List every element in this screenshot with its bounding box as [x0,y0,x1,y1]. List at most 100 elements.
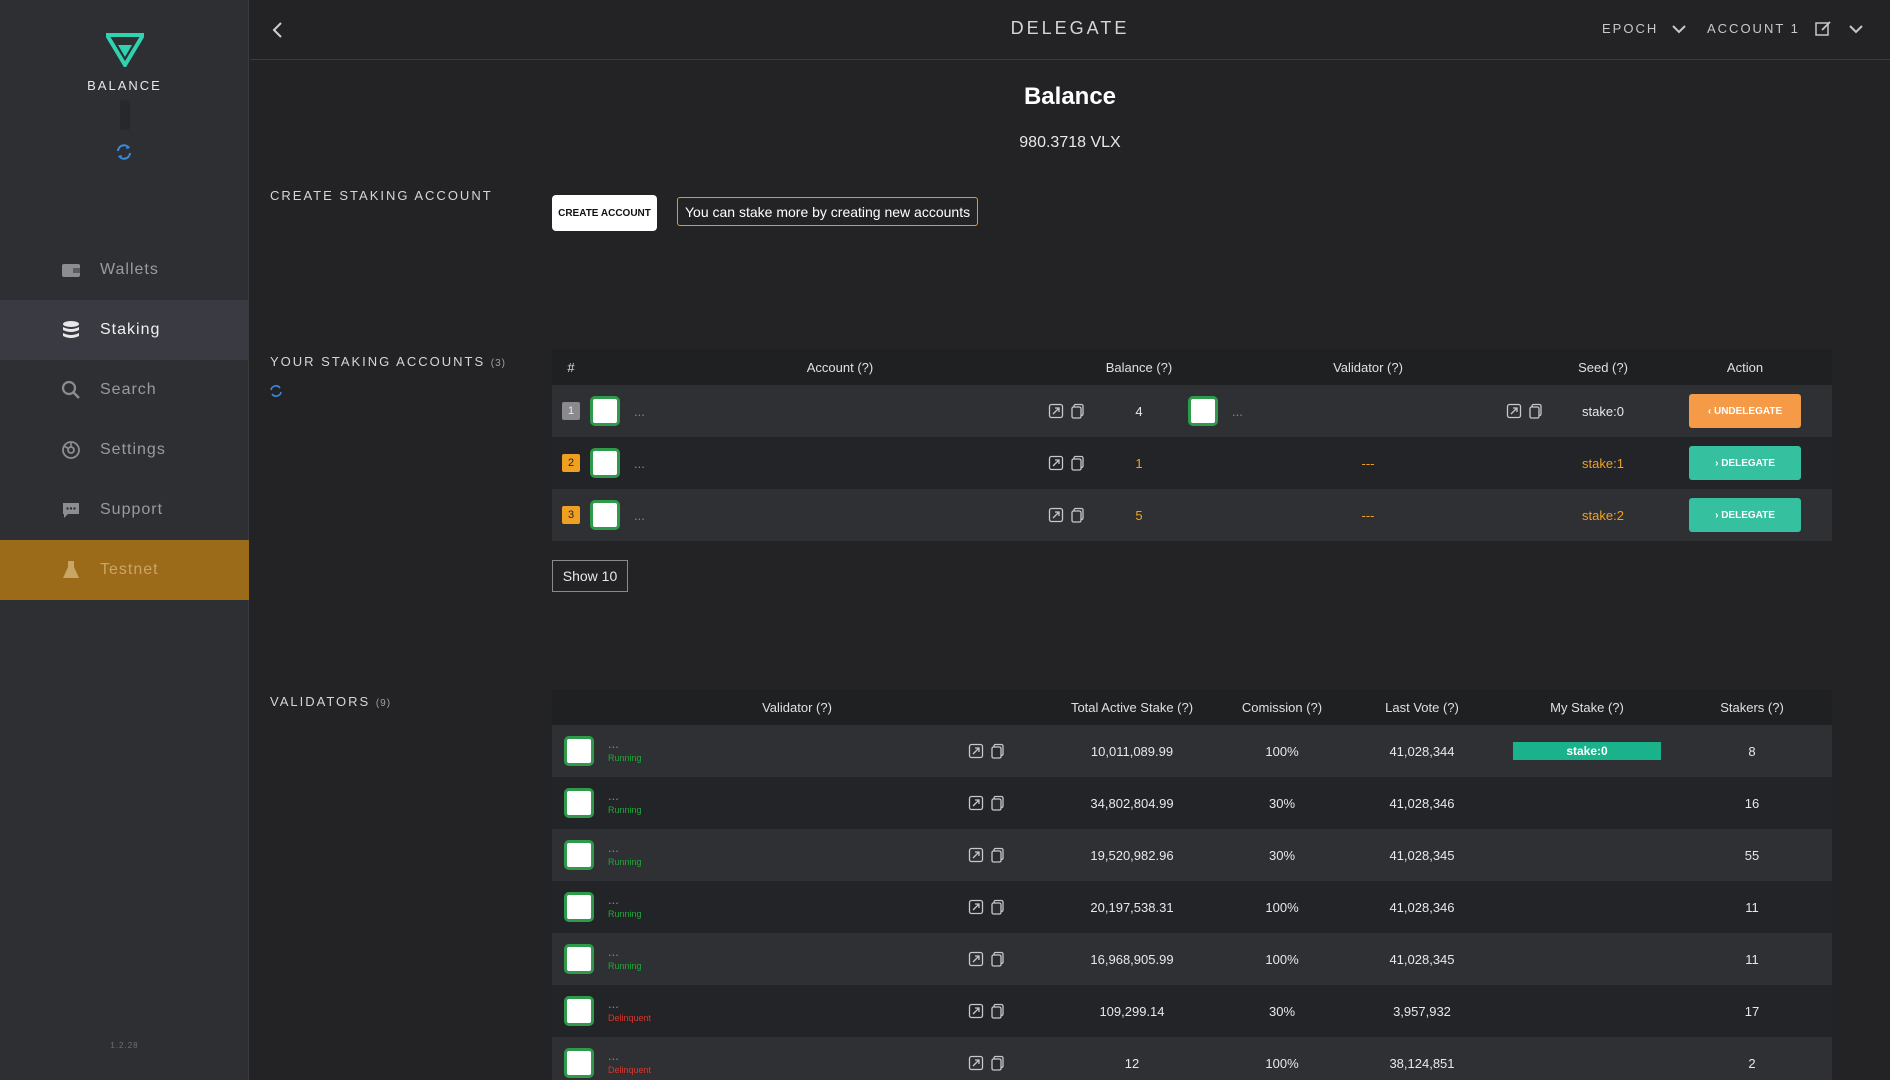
validator-cell: ... Running [552,881,1042,933]
validator-address[interactable]: ... [608,1049,619,1063]
my-stake-cell [1502,933,1672,985]
copy-icon[interactable] [990,847,1006,863]
col-header[interactable]: Total Active Stake (?) [1042,689,1222,725]
copy-icon[interactable] [1070,403,1086,419]
col-header[interactable]: Validator (?) [1188,349,1548,385]
external-link-icon[interactable] [968,1055,984,1071]
account-address[interactable]: ... [634,404,645,419]
refresh-icon[interactable] [114,142,134,162]
refresh-icon[interactable] [269,384,283,398]
validator-address[interactable]: ... [608,997,619,1011]
external-link-icon[interactable] [968,1003,984,1019]
copy-icon[interactable] [990,795,1006,811]
sidebar-item-support[interactable]: Support [0,480,249,540]
external-link-icon[interactable] [968,743,984,759]
table-row[interactable]: ... Running 10,011,089.99 100% 41,028,344 sta… [552,725,1832,777]
create-account-button[interactable]: CREATE ACCOUNT [552,195,657,231]
table-row: 3 ... 5 --- stake:2 › DELEGATE [552,489,1832,541]
copy-icon[interactable] [990,951,1006,967]
show-count-button[interactable]: Show 10 [552,560,628,592]
col-header[interactable]: Comission (?) [1222,689,1342,725]
sidebar-item-testnet[interactable]: Testnet [0,540,249,600]
my-stake-cell [1502,829,1672,881]
account-address[interactable]: ... [634,508,645,523]
sidebar-item-search[interactable]: Search [0,360,249,420]
col-header[interactable]: Account (?) [590,349,1090,385]
row-index: 2 [562,454,580,472]
validator-status: Running [608,961,642,971]
table-row[interactable]: ... Running 34,802,804.99 30% 41,028,346 16 [552,777,1832,829]
validators-label: VALIDATORS (9) [270,694,391,709]
sidebar-item-staking[interactable]: Staking [0,300,249,360]
col-header[interactable]: Stakers (?) [1672,689,1832,725]
validator-address[interactable]: ... [608,893,619,907]
copy-icon[interactable] [990,743,1006,759]
undelegate-label: UNDELEGATE [1713,405,1783,417]
copy-icon[interactable] [990,1055,1006,1071]
external-link-icon[interactable] [1048,507,1064,523]
account-address[interactable]: ... [634,456,645,471]
chevron-down-icon[interactable] [1670,20,1688,38]
sidebar: BALANCE Wallets Staking Search Settings … [0,0,249,1080]
staking-accounts-label: YOUR STAKING ACCOUNTS (3) [270,354,506,369]
validator-cell: --- [1188,489,1548,541]
delegate-button[interactable]: › DELEGATE [1689,446,1801,480]
table-row[interactable]: ... Running 19,520,982.96 30% 41,028,345 55 [552,829,1832,881]
external-link-icon[interactable] [1048,403,1064,419]
copy-icon[interactable] [990,899,1006,915]
last-vote-cell: 3,957,932 [1342,985,1502,1037]
validator-cell: ... [1188,385,1548,437]
edit-icon[interactable] [1814,20,1832,38]
app-version: 1.2.28 [110,1041,139,1050]
avatar [1188,396,1218,426]
validator-status: Running [608,857,642,867]
table-row[interactable]: ... Running 20,197,538.31 100% 41,028,346 11 [552,881,1832,933]
stakers-cell: 8 [1672,725,1832,777]
validator-address[interactable]: ... [608,841,619,855]
copy-icon[interactable] [1528,403,1544,419]
external-link-icon[interactable] [968,795,984,811]
external-link-icon[interactable] [968,899,984,915]
velas-logo-icon [106,33,144,67]
avatar [590,448,620,478]
table-row[interactable]: ... Running 16,968,905.99 100% 41,028,345 11 [552,933,1832,985]
col-header[interactable]: My Stake (?) [1502,689,1672,725]
my-stake-cell [1502,985,1672,1037]
undelegate-button[interactable]: ‹ UNDELEGATE [1689,394,1801,428]
validator-address[interactable]: ... [1232,404,1243,419]
table-row[interactable]: ... Delinquent 109,299.14 30% 3,957,932 17 [552,985,1832,1037]
validator-address[interactable]: ... [608,737,619,751]
stakers-cell: 55 [1672,829,1832,881]
create-staking-label: CREATE STAKING ACCOUNT [270,188,493,203]
epoch-label[interactable]: EPOCH [1602,21,1658,36]
commission-cell: 100% [1222,1037,1342,1080]
last-vote-cell: 41,028,346 [1342,777,1502,829]
row-index: 1 [562,402,580,420]
sidebar-item-wallets[interactable]: Wallets [0,240,249,300]
avatar [564,996,594,1026]
chevron-down-icon[interactable] [1847,20,1865,38]
account-cell: ... [590,437,1090,489]
copy-icon[interactable] [1070,455,1086,471]
col-header[interactable]: Seed (?) [1548,349,1658,385]
external-link-icon[interactable] [968,951,984,967]
account-selector[interactable]: ACCOUNT 1 [1707,21,1800,36]
external-link-icon[interactable] [1506,403,1522,419]
copy-icon[interactable] [990,1003,1006,1019]
search-icon [60,379,82,401]
validator-cell: ... Running [552,725,1042,777]
my-stake-cell: stake:0 [1502,725,1672,777]
table-row[interactable]: ... Delinquent 12 100% 38,124,851 2 [552,1037,1832,1080]
validator-address[interactable]: ... [608,945,619,959]
external-link-icon[interactable] [1048,455,1064,471]
staking-accounts-table: # Account (?) Balance (?) Validator (?) … [552,349,1832,541]
col-header[interactable]: Balance (?) [1090,349,1188,385]
delegate-button[interactable]: › DELEGATE [1689,498,1801,532]
copy-icon[interactable] [1070,507,1086,523]
validators-count: (9) [375,698,392,709]
sidebar-item-settings[interactable]: Settings [0,420,249,480]
col-header[interactable]: Validator (?) [552,689,1042,725]
external-link-icon[interactable] [968,847,984,863]
validator-address[interactable]: ... [608,789,619,803]
col-header[interactable]: Last Vote (?) [1342,689,1502,725]
